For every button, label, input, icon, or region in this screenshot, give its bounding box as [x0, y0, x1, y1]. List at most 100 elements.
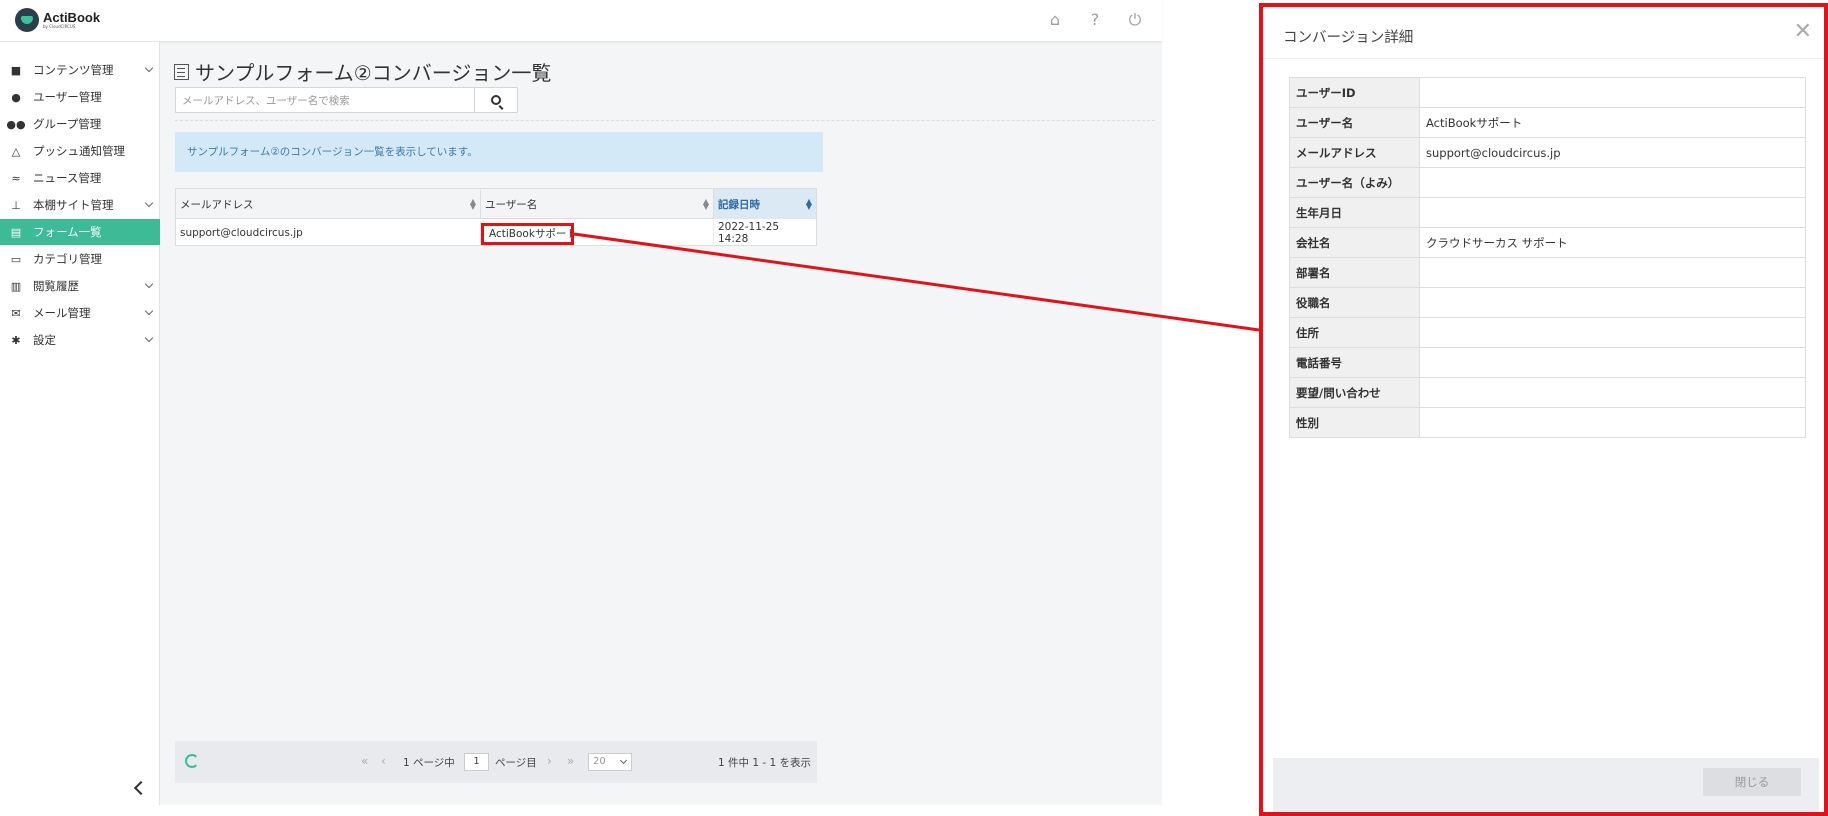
sidebar-item-mail[interactable]: ✉ メール管理	[0, 300, 160, 326]
prev-page-icon[interactable]: ‹	[381, 754, 386, 768]
detail-row: ユーザーID	[1289, 77, 1806, 108]
detail-row: 役職名	[1289, 287, 1806, 318]
detail-label: 電話番号	[1289, 347, 1420, 378]
home-icon[interactable]: ⌂	[1046, 11, 1064, 29]
detail-label: ユーザー名（よみ）	[1289, 167, 1420, 198]
sort-icon: ▲ ▼	[702, 197, 709, 211]
actibook-logo[interactable]: ActiBook by CloudCIRCUS	[15, 8, 100, 32]
sidebar-item-label: 本棚サイト管理	[33, 198, 114, 212]
sidebar-item-history[interactable]: ▥ 閲覧履歴	[0, 273, 160, 299]
sidebar-item-label: コンテンツ管理	[33, 63, 114, 77]
chevron-down-icon	[144, 279, 154, 289]
column-header-email[interactable]: メールアドレス ▲ ▼	[176, 189, 481, 219]
detail-value: ActiBookサポート	[1419, 107, 1806, 138]
table-header: メールアドレス ▲ ▼ ユーザー名 ▲ ▼ 記録日時 ▲ ▼	[176, 189, 816, 219]
detail-value	[1419, 257, 1806, 288]
detail-label: 性別	[1289, 407, 1420, 438]
detail-row: 要望/問い合わせ	[1289, 377, 1806, 408]
refresh-icon[interactable]	[185, 754, 199, 768]
app-window: ActiBook by CloudCIRCUS ⌂ ? ⏻ ■ コンテンツ管理 …	[0, 0, 1162, 805]
search-icon	[491, 95, 501, 105]
detail-row: ユーザー名 ActiBookサポート	[1289, 107, 1806, 138]
detail-row: 住所	[1289, 317, 1806, 348]
collapse-sidebar-icon[interactable]	[133, 780, 149, 796]
help-icon[interactable]: ?	[1086, 11, 1104, 29]
sidebar-item-settings[interactable]: ✱ 設定	[0, 327, 160, 353]
detail-label: ユーザー名	[1289, 107, 1420, 138]
sidebar: ■ コンテンツ管理 ● ユーザー管理 ●● グループ管理 △ プッシュ通知管理 …	[0, 42, 160, 805]
search-input[interactable]: メールアドレス、ユーザー名で検索	[175, 87, 475, 113]
modal-footer: 閉じる	[1273, 758, 1819, 812]
per-page-select[interactable]: 20	[588, 753, 632, 771]
info-banner: サンプルフォーム②のコンバージョン一覧を表示しています。	[175, 132, 823, 172]
detail-label: 生年月日	[1289, 197, 1420, 228]
sitemap-icon: ⊥	[11, 198, 21, 212]
detail-value	[1419, 77, 1806, 108]
sidebar-item-forms[interactable]: ▤ フォーム一覧	[0, 219, 160, 245]
detail-row: 生年月日	[1289, 197, 1806, 228]
sidebar-item-news[interactable]: ≈ ニュース管理	[0, 165, 160, 191]
sidebar-item-users[interactable]: ● ユーザー管理	[0, 84, 160, 110]
pager-summary: 1 件中 1 - 1 を表示	[718, 757, 812, 769]
detail-label: 住所	[1289, 317, 1420, 348]
next-page-icon[interactable]: ›	[547, 754, 552, 768]
close-button[interactable]: 閉じる	[1703, 768, 1801, 796]
brand-sub: by CloudCIRCUS	[43, 24, 76, 29]
search-button[interactable]	[474, 87, 518, 113]
chevron-down-icon	[144, 63, 154, 73]
close-icon[interactable]: ✕	[1794, 21, 1812, 43]
sidebar-item-label: ユーザー管理	[33, 90, 102, 104]
gear-icon: ✱	[11, 333, 21, 347]
sidebar-item-label: 設定	[33, 333, 56, 347]
detail-value	[1419, 167, 1806, 198]
highlight-box	[481, 223, 574, 245]
sidebar-item-label: 閲覧履歴	[33, 279, 79, 293]
chevron-down-icon	[144, 198, 154, 208]
sidebar-item-push[interactable]: △ プッシュ通知管理	[0, 138, 160, 164]
page-title: サンプルフォーム②コンバージョン一覧	[174, 57, 551, 86]
pager: « ‹ 1 ページ中 1 ページ目 › » 20 1 件中 1 - 1 を表示	[175, 741, 817, 783]
column-header-recorded[interactable]: 記録日時 ▲ ▼	[714, 189, 816, 219]
detail-row: 部署名	[1289, 257, 1806, 288]
form-icon	[174, 63, 189, 80]
sidebar-item-label: プッシュ通知管理	[33, 144, 125, 158]
sidebar-item-category[interactable]: ▭ カテゴリ管理	[0, 246, 160, 272]
chevron-down-icon	[619, 756, 628, 765]
detail-row: 性別	[1289, 407, 1806, 438]
folder-icon: ▭	[10, 252, 22, 266]
detail-value: クラウドサーカス サポート	[1419, 227, 1806, 258]
chart-icon: ▥	[10, 279, 22, 293]
book-icon: ■	[10, 63, 22, 77]
last-page-icon[interactable]: »	[567, 754, 574, 768]
detail-value	[1419, 407, 1806, 438]
detail-value	[1419, 347, 1806, 378]
conversion-detail-modal: コンバージョン詳細 ✕ ユーザーID ユーザー名 ActiBookサポート メールアド…	[1259, 3, 1828, 816]
first-page-icon[interactable]: «	[361, 754, 368, 768]
sidebar-item-label: フォーム一覧	[33, 225, 102, 239]
sidebar-item-groups[interactable]: ●● グループ管理	[0, 111, 160, 137]
detail-row: 電話番号	[1289, 347, 1806, 378]
divider	[175, 120, 1155, 121]
sort-icon: ▲ ▼	[469, 197, 476, 211]
cell-recorded: 2022-11-25 14:28	[718, 221, 780, 245]
chevron-down-icon	[144, 306, 154, 316]
sidebar-item-label: グループ管理	[33, 117, 102, 131]
user-icon: ●	[11, 90, 21, 104]
detail-value	[1419, 287, 1806, 318]
logo-mark-icon	[15, 8, 39, 32]
modal-header: コンバージョン詳細 ✕	[1263, 7, 1824, 59]
detail-label: 役職名	[1289, 287, 1420, 318]
column-header-username[interactable]: ユーザー名 ▲ ▼	[481, 189, 714, 219]
power-icon[interactable]: ⏻	[1126, 11, 1144, 29]
detail-table: ユーザーID ユーザー名 ActiBookサポート メールアドレス support@cl…	[1289, 77, 1806, 438]
detail-label: メールアドレス	[1289, 137, 1420, 168]
detail-value	[1419, 197, 1806, 228]
page-number-input[interactable]: 1	[464, 753, 489, 771]
detail-label: 部署名	[1289, 257, 1420, 288]
page-of-label: 1 ページ中	[403, 757, 455, 769]
sidebar-item-label: カテゴリ管理	[33, 252, 102, 266]
sidebar-item-contents[interactable]: ■ コンテンツ管理	[0, 57, 160, 83]
main-content: サンプルフォーム②コンバージョン一覧 メールアドレス、ユーザー名で検索 サンプル…	[160, 42, 1162, 805]
sidebar-item-bookshelf[interactable]: ⊥ 本棚サイト管理	[0, 192, 160, 218]
sidebar-item-label: ニュース管理	[33, 171, 102, 185]
